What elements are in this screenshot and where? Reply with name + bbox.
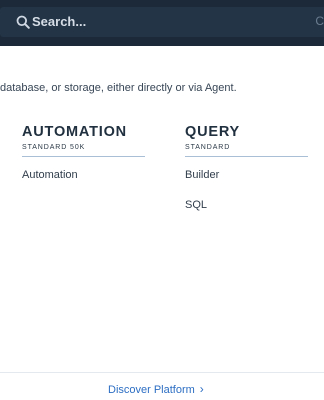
column-tier: STANDARD 50K — [22, 144, 145, 157]
search-shortcut-hint: C — [315, 14, 324, 28]
search-box[interactable]: Search... C — [0, 7, 324, 37]
chevron-right-icon: › — [199, 382, 204, 396]
search-icon — [16, 15, 30, 29]
column-links: Builder SQL — [185, 169, 308, 229]
column-title: QUERY — [185, 124, 241, 140]
intro-text: database, or storage, either directly or… — [0, 82, 237, 94]
link-builder[interactable]: Builder — [185, 169, 308, 199]
product-column-query: QUERY STANDARD Builder SQL — [185, 124, 308, 229]
product-column-automation: AUTOMATION STANDARD 50K Automation — [22, 124, 145, 199]
column-links: Automation — [22, 169, 145, 199]
discover-platform-label: Discover Platform — [108, 384, 195, 396]
footer-divider — [0, 372, 324, 373]
link-automation[interactable]: Automation — [22, 169, 145, 199]
top-bar: Search... C — [0, 0, 324, 46]
column-tier: STANDARD — [185, 144, 308, 157]
discover-platform-link[interactable]: Discover Platform › — [108, 382, 204, 396]
search-input[interactable]: Search... — [32, 14, 86, 29]
column-title: AUTOMATION — [22, 124, 127, 140]
link-sql[interactable]: SQL — [185, 199, 308, 229]
